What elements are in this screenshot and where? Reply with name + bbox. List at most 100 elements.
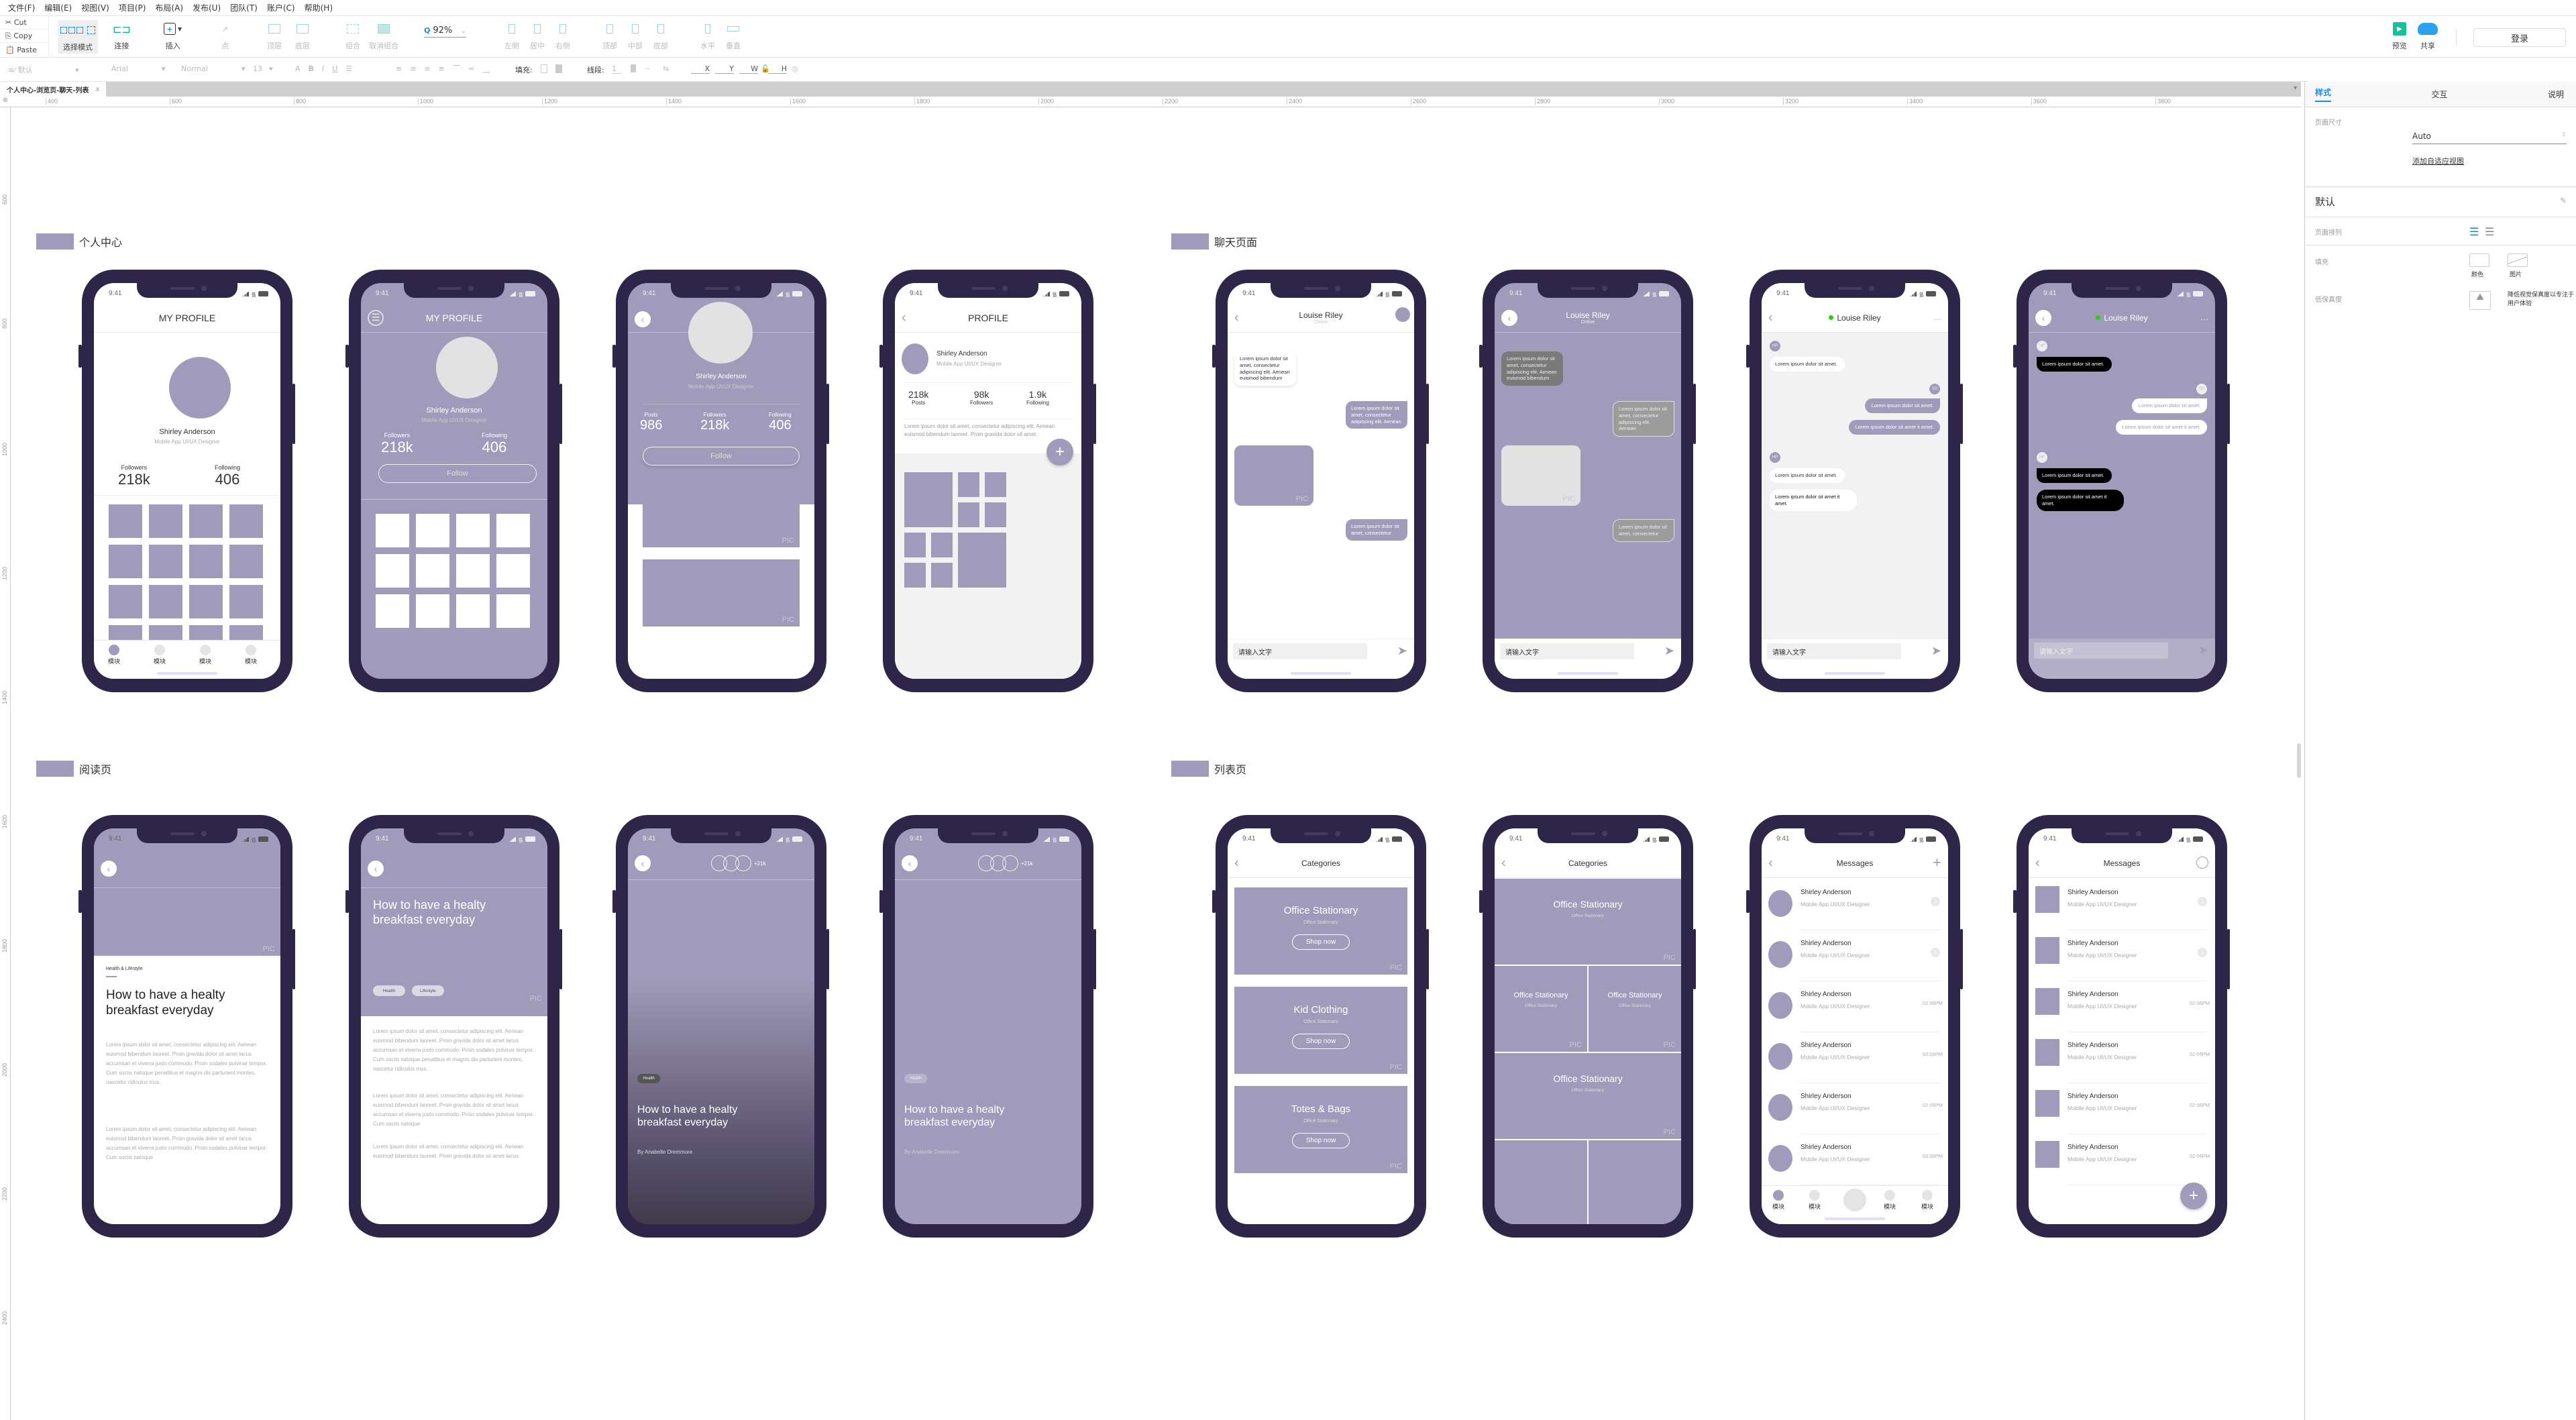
- stroke-width-input[interactable]: 1: [612, 64, 621, 74]
- font-size-select[interactable]: 13 ▾: [253, 64, 273, 73]
- page-size-select[interactable]: Auto ⇕: [2412, 131, 2567, 144]
- close-tab-icon[interactable]: x: [95, 86, 99, 93]
- text-align-center-icon[interactable]: ≡: [410, 64, 416, 74]
- align-center-button[interactable]: 居中: [530, 20, 545, 51]
- message-input[interactable]: 请输入文字: [1233, 643, 1367, 659]
- shop-now-button[interactable]: Shop now: [1291, 934, 1350, 950]
- cut-button[interactable]: ✂ Cut: [0, 16, 48, 30]
- back-button[interactable]: ‹: [1768, 310, 1773, 325]
- tab-module-1[interactable]: 模块: [104, 645, 124, 665]
- valign-bottom-icon[interactable]: ⎽: [482, 64, 490, 74]
- group-button[interactable]: 组合: [345, 20, 360, 51]
- tab-module-4[interactable]: 模块: [1917, 1190, 1937, 1211]
- message-list-item[interactable]: Shirley Anderson Mobile App UI/UX Design…: [1762, 1032, 1948, 1083]
- select-mode-button[interactable]: 选择模式: [58, 20, 98, 54]
- back-button[interactable]: ‹: [1234, 310, 1239, 325]
- align-left-page-icon[interactable]: ☰: [2469, 225, 2479, 238]
- category-card[interactable]: Kid Clothing Office Stationary Shop now PIC: [1234, 987, 1407, 1074]
- login-button[interactable]: 登录: [2473, 28, 2566, 47]
- back-button[interactable]: ‹: [635, 855, 651, 871]
- category-card[interactable]: Office Stationary Office Stationary Shop n…: [1234, 887, 1407, 975]
- tab-interaction[interactable]: 交互: [2431, 89, 2447, 100]
- share-button[interactable]: 共享: [2418, 20, 2438, 51]
- category-tile[interactable]: Office Stationary Office Stationary PIC: [1495, 1053, 1681, 1139]
- more-icon[interactable]: …: [2200, 313, 2208, 322]
- menu-project[interactable]: 项目(P): [119, 2, 146, 13]
- bring-to-front-button[interactable]: 顶层: [267, 20, 282, 51]
- back-button[interactable]: ‹: [902, 310, 906, 325]
- message-list-item[interactable]: Shirley Anderson Mobile App UI/UX Design…: [2029, 981, 2215, 1032]
- point-button[interactable]: ↗ 点: [221, 20, 229, 51]
- align-center-page-icon[interactable]: ☰: [2485, 225, 2494, 238]
- message-list-item[interactable]: Shirley Anderson Mobile App UI/UX Design…: [1762, 930, 1948, 981]
- fill-image-button[interactable]: [2508, 254, 2528, 267]
- back-button[interactable]: ‹: [2035, 309, 2051, 326]
- vertical-scrollbar[interactable]: [2297, 743, 2301, 778]
- align-top-button[interactable]: 顶部: [602, 20, 617, 51]
- h-input[interactable]: H: [768, 64, 787, 74]
- category-tile[interactable]: [1589, 1140, 1681, 1224]
- message-list-item[interactable]: Shirley Anderson Mobile App UI/UX Design…: [1762, 1134, 1948, 1185]
- back-button[interactable]: ‹: [101, 861, 117, 877]
- align-bottom-button[interactable]: 底部: [653, 20, 668, 51]
- back-button[interactable]: ‹: [1768, 855, 1773, 871]
- align-right-button[interactable]: 右侧: [555, 20, 570, 51]
- edit-style-icon[interactable]: ✎: [2560, 196, 2567, 205]
- tab-module-2[interactable]: 模块: [150, 645, 170, 665]
- add-adaptive-view-link[interactable]: 添加自适应视图: [2412, 156, 2464, 166]
- connect-button[interactable]: ⊏⊐ 连接: [113, 20, 131, 51]
- menu-help[interactable]: 帮助(H): [305, 2, 333, 13]
- back-button[interactable]: ‹: [635, 311, 651, 327]
- text-justify-icon[interactable]: ≡: [439, 64, 445, 74]
- tag-lifestyle[interactable]: Lifestyle: [412, 985, 444, 996]
- menu-view[interactable]: 视图(V): [81, 2, 109, 13]
- back-button[interactable]: ‹: [1234, 855, 1239, 871]
- tab-document[interactable]: 个人中心-浏览页-聊天-列表 x: [0, 82, 107, 97]
- font-family-select[interactable]: Arial ▾: [111, 64, 165, 73]
- fill-shadow-swatch[interactable]: [555, 64, 562, 73]
- follow-button[interactable]: Follow: [378, 464, 537, 483]
- y-input[interactable]: Y: [715, 64, 734, 74]
- category-card[interactable]: Totes & Bags Office Stationary Shop now PIC: [1234, 1086, 1407, 1173]
- contact-avatar[interactable]: [1395, 307, 1410, 322]
- search-icon[interactable]: [2196, 857, 2208, 869]
- back-button[interactable]: ‹: [902, 855, 918, 871]
- style-select[interactable]: ≡⁄ 默认 ▾: [8, 64, 79, 75]
- category-tile[interactable]: Office Stationary Office Stationary PIC: [1495, 879, 1681, 965]
- tab-notes[interactable]: 说明: [2548, 89, 2564, 100]
- image-icon[interactable]: ⛰: [2469, 291, 2491, 310]
- message-list-item[interactable]: Shirley Anderson Mobile App UI/UX Design…: [1762, 981, 1948, 1032]
- add-icon[interactable]: +: [1933, 854, 1941, 871]
- tab-module-4[interactable]: 模块: [241, 645, 261, 665]
- text-align-right-icon[interactable]: ≡: [424, 64, 430, 74]
- paste-button[interactable]: 📋 Paste: [0, 43, 48, 56]
- menu-account[interactable]: 账户(C): [267, 2, 295, 13]
- stroke-color-swatch[interactable]: [631, 64, 636, 72]
- menu-team[interactable]: 团队(T): [230, 2, 258, 13]
- shop-now-button[interactable]: Shop now: [1291, 1034, 1350, 1049]
- menu-publish[interactable]: 发布(U): [193, 2, 221, 13]
- message-input[interactable]: 请输入文字: [1500, 643, 1634, 659]
- ruler-origin-icon[interactable]: ⊕: [0, 97, 11, 107]
- send-icon[interactable]: ➤: [1931, 644, 1941, 658]
- category-tile[interactable]: [1495, 1140, 1587, 1224]
- center-action-button[interactable]: [1843, 1189, 1866, 1211]
- message-list-item[interactable]: Shirley Anderson Mobile App UI/UX Design…: [2029, 930, 2215, 981]
- list-icon[interactable]: ☰: [345, 64, 352, 73]
- bold-icon[interactable]: B: [309, 64, 314, 73]
- follow-button[interactable]: Follow: [643, 447, 800, 466]
- tag-health[interactable]: Health: [373, 985, 405, 996]
- message-list-item[interactable]: Shirley Anderson Mobile App UI/UX Design…: [1762, 1083, 1948, 1134]
- valign-middle-icon[interactable]: =: [468, 64, 474, 74]
- message-list-item[interactable]: Shirley Anderson Mobile App UI/UX Design…: [2029, 1032, 2215, 1083]
- menu-file[interactable]: 文件(F): [8, 2, 35, 13]
- back-button[interactable]: ‹: [1501, 855, 1506, 871]
- back-button[interactable]: ‹: [368, 861, 384, 877]
- distribute-horizontal-button[interactable]: 水平: [700, 20, 715, 51]
- message-input[interactable]: 请输入文字: [1767, 643, 1901, 659]
- preview-button[interactable]: ▶ 预览: [2392, 20, 2407, 51]
- x-input[interactable]: X: [691, 64, 710, 74]
- align-left-button[interactable]: 左侧: [504, 20, 519, 51]
- shop-now-button[interactable]: Shop now: [1291, 1133, 1350, 1148]
- tag-health[interactable]: Health: [904, 1074, 927, 1083]
